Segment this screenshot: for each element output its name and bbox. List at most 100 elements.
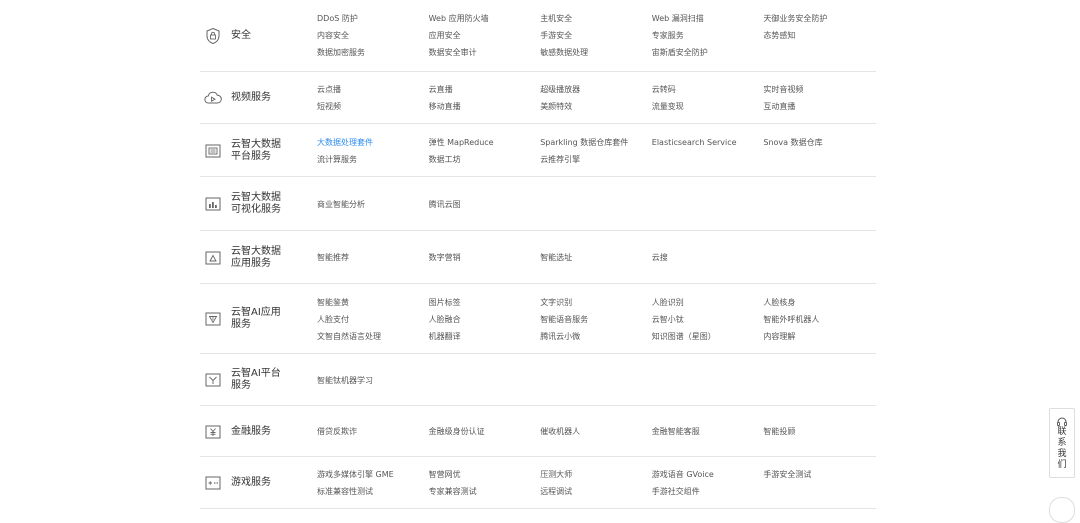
product-link[interactable]: 借贷反欺诈 — [317, 423, 429, 440]
product-link[interactable]: 云直播 — [429, 81, 541, 98]
product-link[interactable]: 游戏多媒体引擎 GME — [317, 466, 429, 483]
product-link[interactable]: 远程调试 — [540, 483, 652, 500]
category-header[interactable]: 云智大数据 可视化服务 — [200, 177, 315, 231]
product-link[interactable]: 内容安全 — [317, 27, 429, 44]
ai-platform-icon — [204, 371, 222, 389]
product-link[interactable]: 内容理解 — [763, 328, 875, 345]
product-link[interactable]: 云转码 — [652, 81, 764, 98]
product-link[interactable]: 手游社交组件 — [652, 483, 764, 500]
product-link[interactable]: 游戏语音 GVoice — [652, 466, 764, 483]
category-header[interactable]: 安全 — [200, 0, 315, 71]
product-link[interactable]: 态势感知 — [763, 27, 875, 44]
category-label: 游戏服务 — [231, 476, 271, 488]
product-link[interactable]: 宙斯盾安全防护 — [652, 44, 764, 61]
category-header[interactable]: 云智AI应用 服务 — [200, 284, 315, 354]
product-link[interactable]: 云点播 — [317, 81, 429, 98]
category-header[interactable]: 云智大数据 应用服务 — [200, 231, 315, 284]
product-link[interactable]: DDoS 防护 — [317, 10, 429, 27]
product-link[interactable]: 云智小钛 — [652, 311, 764, 328]
product-link[interactable]: 人脸识别 — [652, 294, 764, 311]
product-link[interactable]: 文智自然语言处理 — [317, 328, 429, 345]
product-link[interactable]: 人脸融合 — [429, 311, 541, 328]
product-link[interactable]: 数据安全审计 — [429, 44, 541, 61]
product-link[interactable]: 云推荐引擎 — [540, 151, 652, 168]
product-link[interactable]: Snova 数据仓库 — [763, 134, 875, 151]
category-header[interactable]: 云智AI平台 服务 — [200, 354, 315, 406]
product-link[interactable]: 互动直播 — [763, 98, 875, 115]
product-link[interactable]: 智能外呼机器人 — [763, 311, 875, 328]
product-link[interactable]: 弹性 MapReduce — [429, 134, 541, 151]
product-link[interactable]: 智能钛机器学习 — [317, 372, 429, 389]
product-link[interactable]: 手游安全 — [540, 27, 652, 44]
product-link[interactable]: 标准兼容性测试 — [317, 483, 429, 500]
product-link[interactable]: 短视频 — [317, 98, 429, 115]
product-link[interactable]: 人脸核身 — [763, 294, 875, 311]
category-row-ai-application: 云智AI应用 服务 智能鉴黄 图片标签 文字识别 人脸识别 人脸核身 人脸支付 … — [200, 283, 876, 354]
product-link[interactable]: 超级播放器 — [540, 81, 652, 98]
security-icon — [204, 27, 222, 45]
product-link-active[interactable]: 大数据处理套件 — [317, 134, 429, 151]
product-link[interactable]: 智能鉴黄 — [317, 294, 429, 311]
category-label: 安全 — [231, 29, 251, 41]
category-row-data-platform: 云智大数据 平台服务 大数据处理套件 弹性 MapReduce Sparklin… — [200, 123, 876, 177]
category-header[interactable]: 视频服务 — [200, 72, 315, 124]
product-link[interactable]: 主机安全 — [540, 10, 652, 27]
product-link[interactable]: 手游安全测试 — [763, 466, 875, 483]
category-row-security: 安全 DDoS 防护 Web 应用防火墙 主机安全 Web 漏洞扫描 天御业务安… — [200, 0, 876, 71]
product-link[interactable]: 敏感数据处理 — [540, 44, 652, 61]
product-link[interactable]: 天御业务安全防护 — [763, 10, 875, 27]
category-label: 云智大数据 平台服务 — [231, 138, 281, 162]
video-cloud-icon — [204, 89, 222, 107]
product-link[interactable]: 人脸支付 — [317, 311, 429, 328]
product-links: 商业智能分析 腾讯云图 — [317, 177, 876, 231]
product-link[interactable]: 专家服务 — [652, 27, 764, 44]
category-row-data-application: 云智大数据 应用服务 智能推荐 数字营销 智能选址 云搜 — [200, 230, 876, 284]
product-link[interactable]: 数字营销 — [429, 249, 541, 266]
product-link[interactable]: 智能推荐 — [317, 249, 429, 266]
product-link[interactable]: 智营网优 — [429, 466, 541, 483]
product-link[interactable]: 数据工坊 — [429, 151, 541, 168]
product-link[interactable]: 云搜 — [652, 249, 764, 266]
product-link[interactable]: Web 漏洞扫描 — [652, 10, 764, 27]
back-to-top-button[interactable] — [1049, 497, 1075, 523]
category-header[interactable]: 游戏服务 — [200, 457, 315, 508]
contact-us-button[interactable]: 联系我们 — [1049, 408, 1075, 478]
product-link[interactable]: 金融级身份认证 — [429, 423, 541, 440]
product-link[interactable]: Web 应用防火墙 — [429, 10, 541, 27]
product-link[interactable]: 图片标签 — [429, 294, 541, 311]
product-link[interactable]: 流量变现 — [652, 98, 764, 115]
product-links: DDoS 防护 Web 应用防火墙 主机安全 Web 漏洞扫描 天御业务安全防护… — [317, 0, 876, 71]
product-link[interactable]: 专家兼容测试 — [429, 483, 541, 500]
data-platform-icon — [204, 142, 222, 160]
product-link[interactable]: 流计算服务 — [317, 151, 429, 168]
product-link[interactable]: 知识图谱（星图） — [652, 328, 764, 345]
product-link[interactable]: 实时音视频 — [763, 81, 875, 98]
product-link[interactable]: 腾讯云小微 — [540, 328, 652, 345]
category-header[interactable]: 金融服务 — [200, 406, 315, 457]
product-links: 云点播 云直播 超级播放器 云转码 实时音视频 短视频 移动直播 美颜特效 流量… — [317, 72, 876, 124]
product-link[interactable]: 应用安全 — [429, 27, 541, 44]
product-link[interactable]: 智能选址 — [540, 249, 652, 266]
product-link[interactable]: 智能投顾 — [763, 423, 875, 440]
product-link[interactable]: Elasticsearch Service — [652, 134, 764, 151]
product-links: 智能钛机器学习 — [317, 354, 876, 406]
category-label: 云智AI平台 服务 — [231, 368, 281, 391]
product-link[interactable]: 金融智能客服 — [652, 423, 764, 440]
product-link[interactable]: 移动直播 — [429, 98, 541, 115]
data-app-icon — [204, 249, 222, 267]
category-header[interactable]: 云智大数据 平台服务 — [200, 124, 315, 177]
game-icon — [204, 474, 222, 492]
product-link[interactable]: 美颜特效 — [540, 98, 652, 115]
product-link[interactable]: Sparkling 数据仓库套件 — [540, 134, 652, 151]
product-link[interactable]: 商业智能分析 — [317, 196, 429, 213]
product-link[interactable]: 智能语音服务 — [540, 311, 652, 328]
product-link[interactable]: 压测大师 — [540, 466, 652, 483]
category-label: 云智大数据 应用服务 — [231, 245, 281, 269]
product-link[interactable]: 数据加密服务 — [317, 44, 429, 61]
product-link[interactable]: 催收机器人 — [540, 423, 652, 440]
category-row-game: 游戏服务 游戏多媒体引擎 GME 智营网优 压测大师 游戏语音 GVoice 手… — [200, 456, 876, 509]
product-link[interactable]: 机器翻译 — [429, 328, 541, 345]
product-links: 借贷反欺诈 金融级身份认证 催收机器人 金融智能客服 智能投顾 — [317, 406, 876, 457]
product-link[interactable]: 文字识别 — [540, 294, 652, 311]
product-link[interactable]: 腾讯云图 — [429, 196, 541, 213]
